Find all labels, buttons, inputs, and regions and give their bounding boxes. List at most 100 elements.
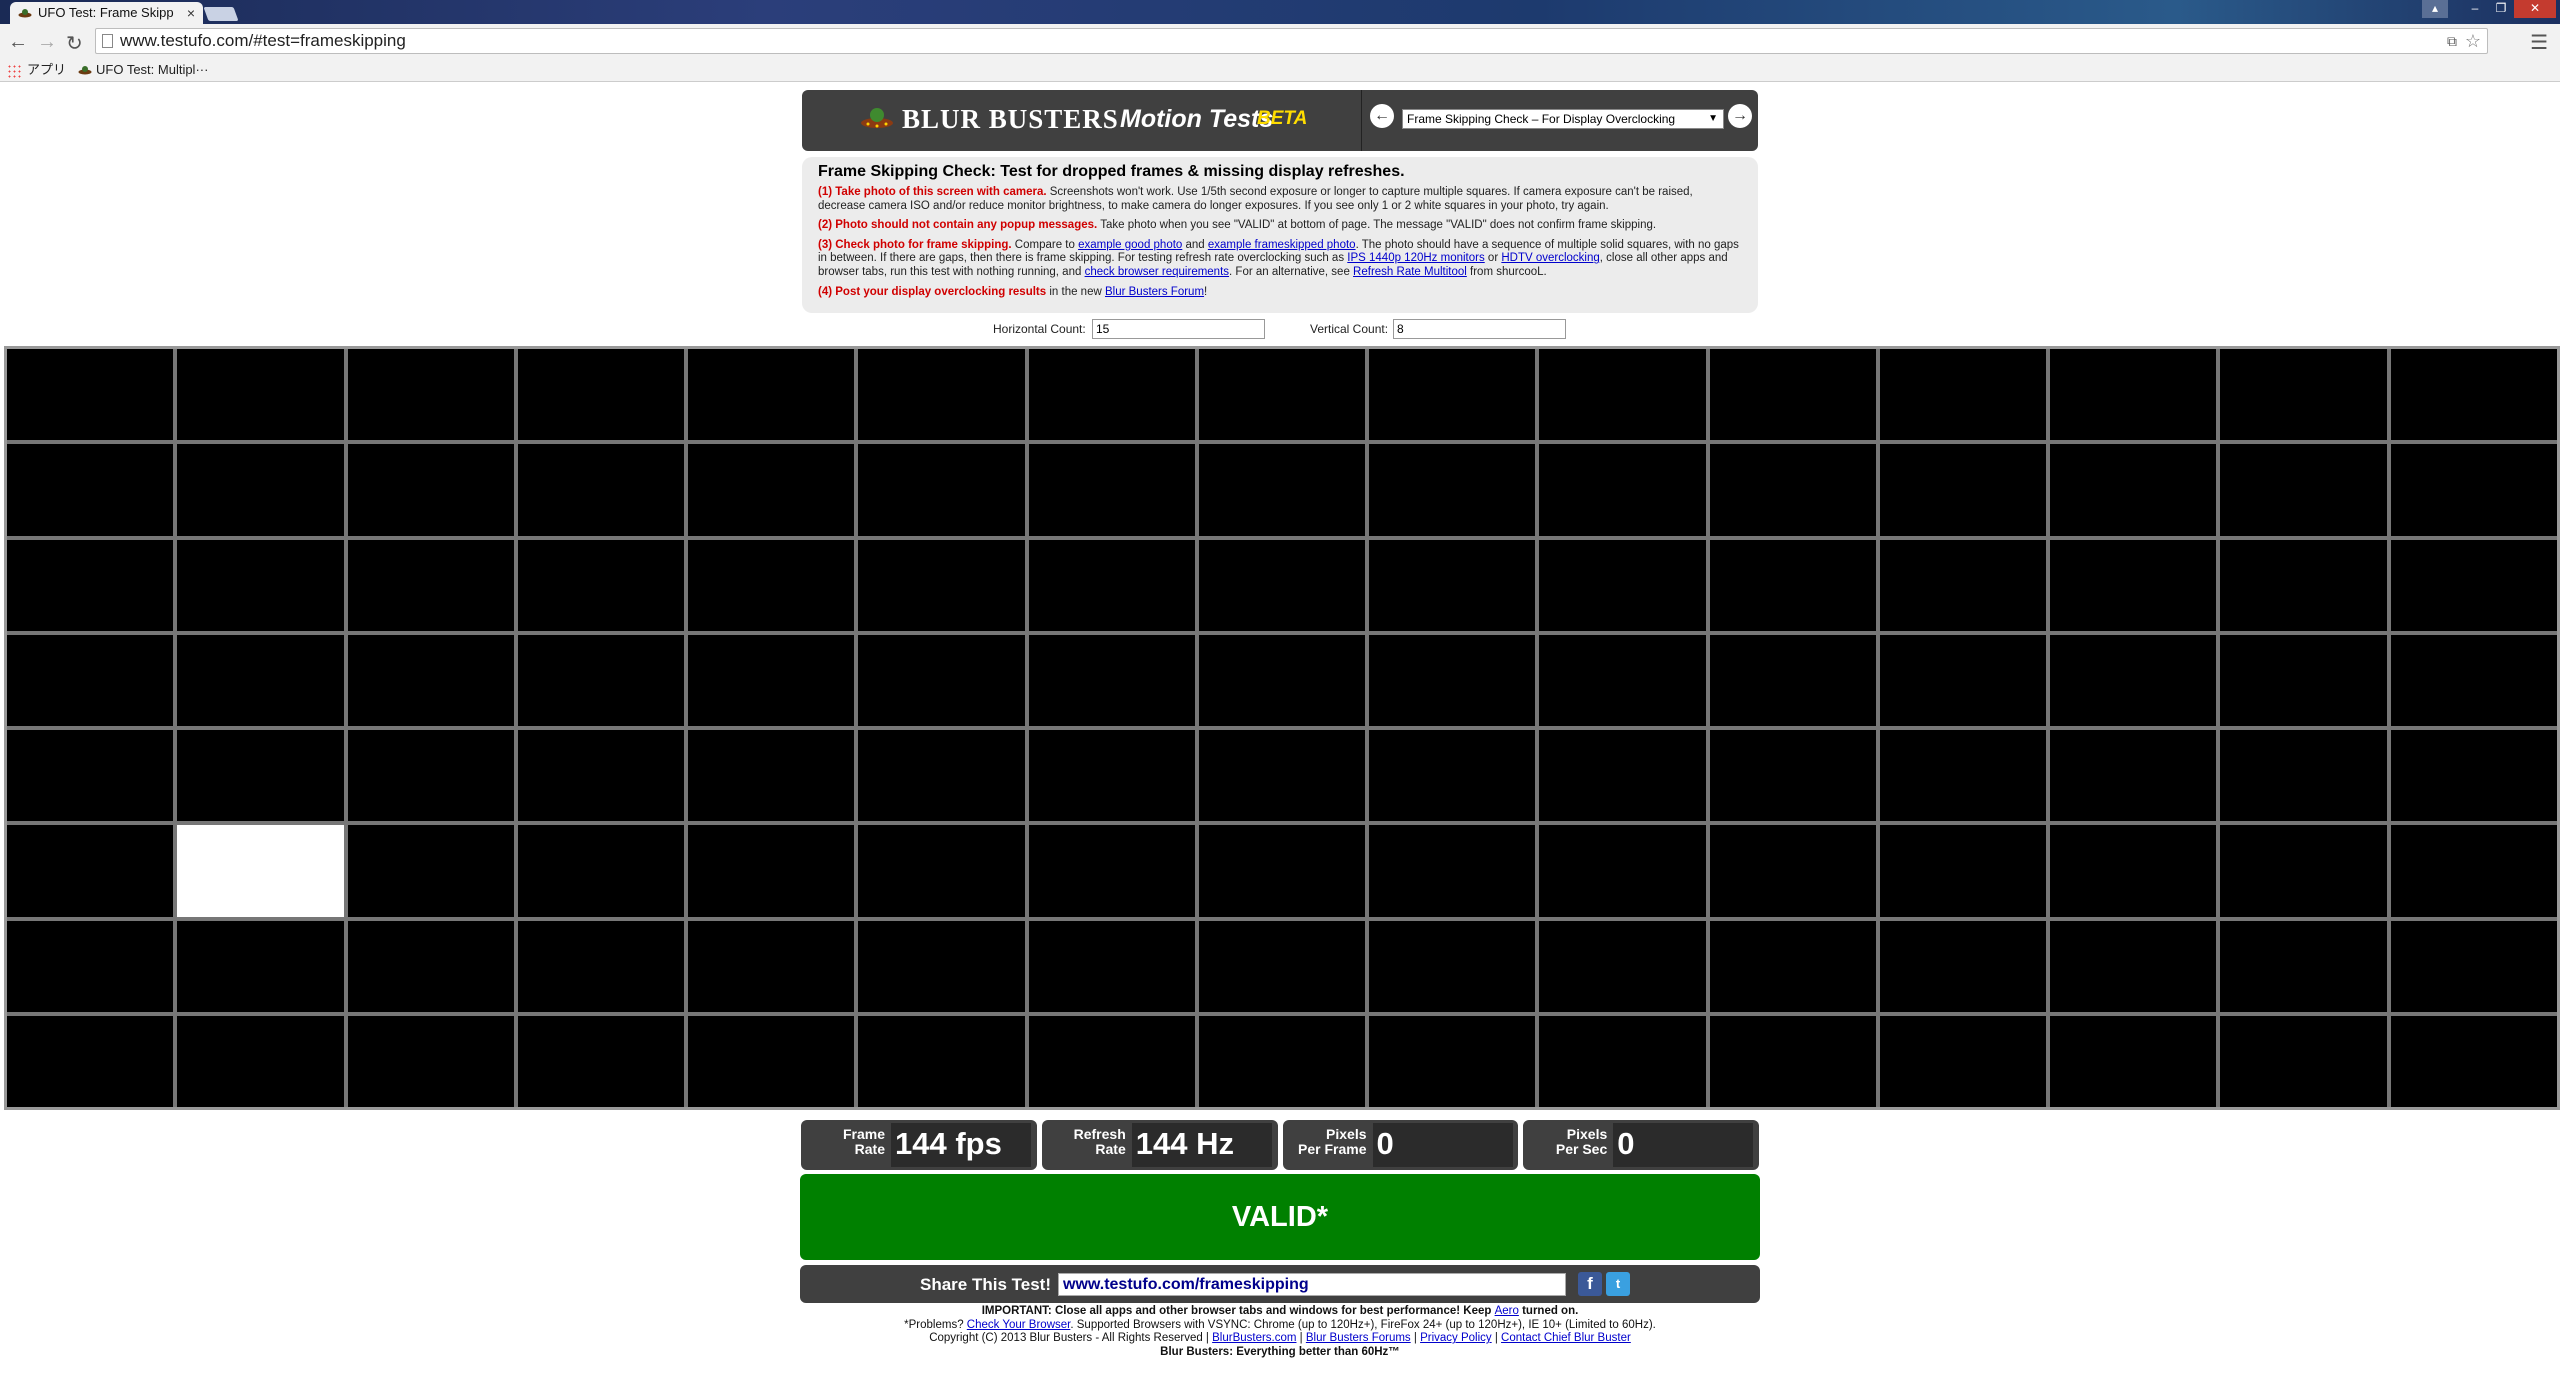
blur-busters-logo[interactable]: BLUR BUSTERS Motion Tests BETA [802,90,1362,151]
browser-tab[interactable]: UFO Test: Frame Skipp × [10,2,203,24]
footer-problems: *Problems? Check Your Browser. Supported… [0,1319,2560,1333]
grid-cell [688,730,855,822]
step-3-text: from shurcooL. [1466,265,1547,278]
grid-cell [177,730,344,822]
privacy-policy-link[interactable]: Privacy Policy [1420,1332,1492,1344]
refresh-rate-value: 144 Hz [1131,1123,1272,1167]
grid-cell [7,349,174,441]
forums-link[interactable]: Blur Busters Forums [1306,1332,1411,1344]
count-controls: Horizontal Count: 15 Vertical Count: 8 [0,319,2560,341]
grid-cell [1369,730,1536,822]
grid-cell [347,825,514,917]
bookmark-apps[interactable]: アプリ [27,60,66,80]
grid-cell [1539,825,1706,917]
horizontal-count-input[interactable]: 15 [1092,319,1265,339]
apps-grid-icon[interactable] [7,64,21,78]
grid-cell [7,730,174,822]
example-frameskipped-photo-link[interactable]: example frameskipped photo [1208,239,1356,251]
grid-cell [688,1015,855,1107]
forward-arrow-icon[interactable]: → [37,31,57,54]
instructions-panel: Frame Skipping Check: Test for dropped f… [802,157,1758,313]
test-select-dropdown[interactable]: Frame Skipping Check – For Display Overc… [1402,109,1724,129]
address-bar[interactable]: www.testufo.com/#test=frameskipping ⧉ ☆ [95,28,2488,54]
restore-icon[interactable]: ❐ [2488,0,2514,18]
grid-cell [1369,825,1536,917]
grid-cell [1198,920,1366,1012]
browser-requirements-link[interactable]: check browser requirements [1085,266,1229,278]
window-controls: ▴ – ❐ ✕ [2422,0,2556,18]
grid-cell [1198,1015,1366,1107]
blurbusters-site-link[interactable]: BlurBusters.com [1212,1332,1296,1344]
back-arrow-icon[interactable]: ← [8,31,28,54]
bookmarks-bar: アプリ UFO Test: Multipl··· [0,60,2560,82]
pixels-per-sec-value: 0 [1613,1123,1754,1167]
previous-test-arrow-icon[interactable]: ← [1370,104,1394,128]
twitter-icon[interactable]: t [1606,1272,1630,1296]
bookmark-label: UFO Test: Multipl··· [96,62,209,77]
horizontal-count-label: Horizontal Count: [993,322,1086,336]
new-tab-button[interactable] [203,7,239,21]
share-url-field[interactable]: www.testufo.com/frameskipping [1058,1273,1566,1296]
grid-cell [177,349,344,441]
grid-cell [1709,349,1876,441]
vertical-count-input[interactable]: 8 [1393,319,1566,339]
next-test-arrow-icon[interactable]: → [1728,104,1752,128]
grid-cell [347,920,514,1012]
grid-cell [1028,825,1195,917]
hdtv-overclocking-link[interactable]: HDTV overclocking [1501,252,1599,264]
refresh-rate-stat: Refresh Rate 144 Hz [1041,1120,1278,1170]
grid-cell [517,920,685,1012]
check-your-browser-link[interactable]: Check Your Browser [967,1319,1071,1331]
supported-browsers-text: . Supported Browsers with VSYNC: Chrome … [1070,1318,1656,1331]
user-icon[interactable]: ▴ [2422,0,2448,18]
forum-link[interactable]: Blur Busters Forum [1105,286,1204,298]
grid-cell [1709,634,1876,726]
stat-label: Refresh Rate [1073,1126,1126,1157]
refresh-rate-multitool-link[interactable]: Refresh Rate Multitool [1353,266,1467,278]
facebook-icon[interactable]: f [1578,1272,1602,1296]
grid-cell [1198,730,1366,822]
site-header: BLUR BUSTERS Motion Tests BETA ← Frame S… [802,90,1758,151]
translate-icon[interactable]: ⧉ [2447,29,2457,53]
step-4: (4) Post your display overclocking resul… [818,286,1742,300]
grid-cell [2050,825,2217,917]
footer-important: IMPORTANT: Close all apps and other brow… [0,1305,2560,1319]
bookmark-ufo-test[interactable]: UFO Test: Multipl··· [78,60,208,80]
reload-icon[interactable]: ↻ [66,31,83,56]
vertical-count-label: Vertical Count: [1310,322,1389,336]
brand-name: BLUR BUSTERS [902,104,1119,134]
example-good-photo-link[interactable]: example good photo [1078,239,1182,251]
menu-icon[interactable]: ☰ [2530,30,2548,55]
ips-monitors-link[interactable]: IPS 1440p 120Hz monitors [1347,252,1484,264]
grid-cell [1539,1015,1706,1107]
grid-cell [2220,349,2387,441]
grid-cell [347,444,514,536]
grid-cell [1709,825,1876,917]
minimize-icon[interactable]: – [2462,0,2488,18]
grid-cell [858,539,1025,631]
grid-cell [1879,349,2047,441]
grid-cell [2220,825,2387,917]
grid-cell [517,634,685,726]
grid-cell [1879,825,2047,917]
step-4-text: ! [1204,285,1208,298]
grid-cell [1369,634,1536,726]
grid-cell [858,920,1025,1012]
footer-copyright: Copyright (C) 2013 Blur Busters - All Ri… [0,1332,2560,1346]
contact-link[interactable]: Contact Chief Blur Buster [1501,1332,1631,1344]
grid-cell [177,1015,344,1107]
grid-cell [7,825,174,917]
close-window-icon[interactable]: ✕ [2514,0,2556,18]
frame-rate-value: 144 fps [891,1123,1031,1167]
grid-cell [517,539,685,631]
footer-tagline: Blur Busters: Everything better than 60H… [0,1346,2560,1360]
grid-cell [1539,730,1706,822]
separator: | [1491,1332,1502,1345]
grid-cell [2390,349,2557,441]
share-label: Share This Test! [920,1275,1051,1294]
chevron-down-icon: ▼ [1708,113,1718,124]
tab-close-icon[interactable]: × [187,2,195,24]
aero-link[interactable]: Aero [1495,1305,1519,1317]
bookmark-star-icon[interactable]: ☆ [2465,29,2481,53]
grid-cell [1028,349,1195,441]
